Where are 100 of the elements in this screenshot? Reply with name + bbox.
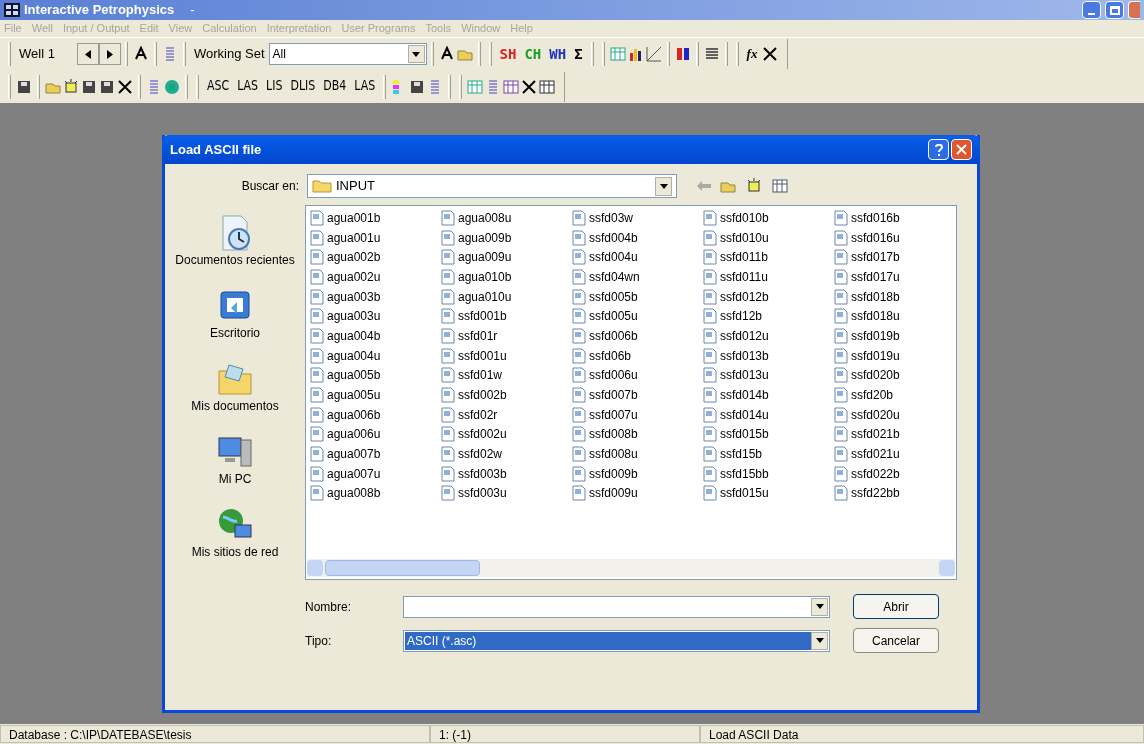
listed-filename[interactable]: agua003u — [327, 307, 381, 326]
format-button[interactable]: DB4 — [319, 76, 351, 97]
listed-filename[interactable]: ssfd02r — [458, 405, 498, 424]
listed-filename[interactable]: ssfd018b — [851, 287, 900, 306]
listed-filename[interactable]: ssfd018u — [851, 307, 900, 326]
listed-filename[interactable]: ssfd010b — [720, 208, 769, 227]
minimize-button[interactable] — [1082, 1, 1101, 19]
listed-filename[interactable]: agua006b — [327, 405, 381, 424]
listed-filename[interactable]: ssfd01w — [458, 366, 503, 385]
crossplot-icon[interactable] — [644, 45, 663, 63]
listed-filename[interactable]: agua009b — [458, 228, 512, 247]
look-in-dropdown[interactable]: INPUT — [307, 174, 677, 198]
listed-filename[interactable]: agua007b — [327, 445, 381, 464]
listed-filename[interactable]: ssfd022b — [851, 464, 900, 483]
open-button[interactable]: Abrir — [853, 594, 939, 619]
listed-filename[interactable]: ssfd15b — [720, 445, 763, 464]
listed-filename[interactable]: ssfd011b — [720, 248, 768, 267]
listed-filename[interactable]: agua005b — [327, 366, 381, 385]
listed-filename[interactable]: ssfd014u — [720, 405, 769, 424]
listed-filename[interactable]: ssfd007b — [589, 386, 638, 405]
listed-filename[interactable]: ssfd01r — [458, 326, 498, 345]
listed-filename[interactable]: ssfd009b — [589, 464, 638, 483]
listed-filename[interactable]: agua006u — [327, 425, 381, 444]
listed-filename[interactable]: agua005u — [327, 386, 381, 405]
listed-filename[interactable]: ssfd017u — [851, 267, 900, 286]
cancel-button[interactable]: Cancelar — [853, 628, 939, 653]
hole-button[interactable]: SH — [495, 43, 521, 65]
listed-filename[interactable]: ssfd02w — [458, 445, 503, 464]
listed-filename[interactable]: ssfd006u — [589, 366, 638, 385]
listed-filename[interactable]: ssfd008b — [589, 425, 638, 444]
listed-filename[interactable]: agua004u — [327, 346, 381, 365]
place-label[interactable]: Escritorio — [210, 326, 260, 341]
format-button[interactable]: DLIS — [286, 76, 320, 97]
listed-filename[interactable]: ssfd005u — [589, 307, 638, 326]
listed-filename[interactable]: ssfd012b — [720, 287, 769, 306]
listed-filename[interactable]: ssfd014b — [720, 386, 769, 405]
close-button[interactable] — [951, 139, 972, 160]
listed-filename[interactable]: agua008u — [458, 208, 512, 227]
listed-filename[interactable]: agua003b — [327, 287, 381, 306]
listed-filename[interactable]: ssfd016b — [851, 208, 900, 227]
listed-filename[interactable]: ssfd20b — [851, 386, 894, 405]
help-button[interactable] — [928, 139, 949, 160]
listed-filename[interactable]: ssfd011u — [720, 267, 768, 286]
hole-button[interactable]: Σ — [570, 43, 587, 65]
listed-filename[interactable]: agua001u — [327, 228, 381, 247]
listed-filename[interactable]: ssfd020b — [851, 366, 900, 385]
delete-icon[interactable] — [116, 77, 134, 96]
listed-filename[interactable]: ssfd010u — [720, 228, 769, 247]
listed-filename[interactable]: ssfd007u — [589, 405, 638, 424]
listed-filename[interactable]: ssfd04wn — [589, 267, 640, 286]
format-button[interactable]: ASC — [203, 76, 234, 97]
maximize-button[interactable] — [1105, 1, 1124, 19]
listed-filename[interactable]: ssfd013b — [720, 346, 769, 365]
format-button[interactable]: LAS — [350, 76, 380, 97]
listed-filename[interactable]: ssfd017b — [851, 248, 900, 267]
listed-filename[interactable]: ssfd22bb — [851, 484, 900, 503]
listed-filename[interactable]: agua009u — [458, 248, 512, 267]
listed-filename[interactable]: ssfd004b — [589, 228, 638, 247]
listed-filename[interactable]: ssfd008u — [589, 445, 638, 464]
listed-filename[interactable]: ssfd019u — [851, 346, 900, 365]
listed-filename[interactable]: agua004b — [327, 326, 381, 345]
horizontal-scrollbar[interactable] — [307, 559, 955, 577]
well-selector[interactable]: Well 1 — [15, 44, 77, 64]
listed-filename[interactable]: ssfd015b — [720, 425, 769, 444]
working-set-dropdown[interactable]: All — [268, 43, 427, 65]
listed-filename[interactable]: agua008b — [327, 484, 381, 503]
listed-filename[interactable]: ssfd013u — [720, 366, 769, 385]
question-mark-icon[interactable] — [934, 143, 943, 156]
listed-filename[interactable]: ssfd15bb — [720, 464, 769, 483]
hole-button[interactable]: WH — [545, 43, 571, 65]
listed-filename[interactable]: ssfd016u — [851, 228, 900, 247]
close-button[interactable] — [1128, 1, 1140, 19]
listed-filename[interactable]: ssfd002b — [458, 386, 507, 405]
function-icon[interactable]: fx — [742, 44, 762, 64]
listed-filename[interactable]: ssfd12b — [720, 307, 763, 326]
name-field[interactable] — [403, 595, 830, 618]
listed-filename[interactable]: agua007u — [327, 464, 381, 483]
listed-filename[interactable]: ssfd001u — [458, 346, 507, 365]
listed-filename[interactable]: agua010b — [458, 267, 512, 286]
table-icon[interactable] — [502, 77, 521, 96]
place-label[interactable]: Mi PC — [218, 472, 252, 487]
place-label[interactable]: Mis sitios de red — [191, 545, 279, 560]
table-icon[interactable] — [538, 77, 557, 96]
place-label[interactable]: Mis documentos — [191, 399, 279, 414]
place-label[interactable]: Documentos recientes — [175, 253, 295, 268]
view-menu-icon[interactable] — [771, 177, 789, 195]
format-button[interactable]: LAS — [233, 76, 263, 97]
listed-filename[interactable]: ssfd021b — [851, 425, 900, 444]
listed-filename[interactable]: ssfd015u — [720, 484, 769, 503]
listed-filename[interactable]: ssfd06b — [589, 346, 632, 365]
file-type-dropdown[interactable]: ASCII (*.asc) — [403, 629, 830, 652]
listed-filename[interactable]: ssfd003u — [458, 484, 507, 503]
listed-filename[interactable]: agua001b — [327, 208, 381, 227]
listed-filename[interactable]: ssfd012u — [720, 326, 769, 345]
listed-filename[interactable]: ssfd002u — [458, 425, 507, 444]
listed-filename[interactable]: ssfd03w — [589, 208, 634, 227]
listed-filename[interactable]: ssfd019b — [851, 326, 900, 345]
listed-filename[interactable]: ssfd001b — [458, 307, 507, 326]
format-button[interactable]: LIS — [262, 76, 287, 97]
close-icon[interactable] — [956, 144, 967, 155]
